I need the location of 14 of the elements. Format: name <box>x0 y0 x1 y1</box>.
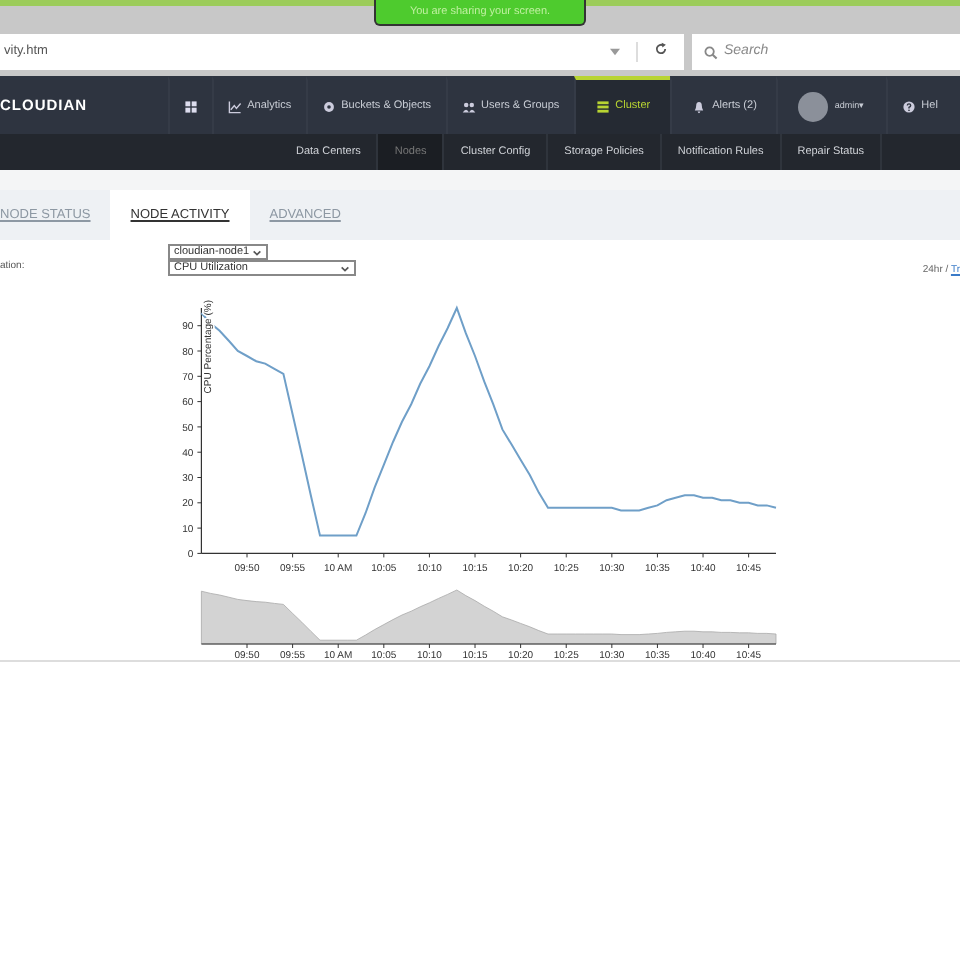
grid-icon <box>183 100 198 114</box>
caret-icon <box>340 262 350 276</box>
dropdown-icon[interactable] <box>610 48 620 56</box>
search-icon <box>704 45 718 59</box>
users-icon <box>461 100 476 114</box>
help-icon <box>901 100 916 114</box>
caret-icon <box>252 246 262 260</box>
reload-icon[interactable] <box>654 42 668 57</box>
gear-icon <box>321 100 336 114</box>
list-icon <box>595 100 610 114</box>
avatar-icon <box>798 92 829 122</box>
overview-area[interactable] <box>201 589 777 645</box>
bell-icon <box>692 100 707 114</box>
chart-icon <box>227 100 242 114</box>
